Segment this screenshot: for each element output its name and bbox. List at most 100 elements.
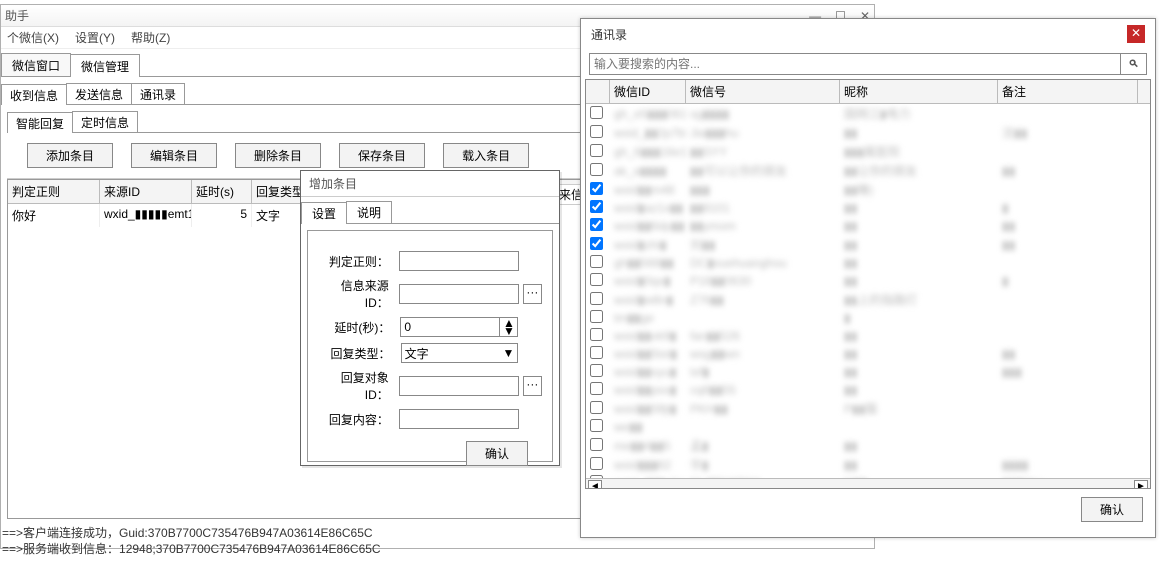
contact-id: wxid▮▮6dp▮▮ bbox=[610, 218, 686, 234]
contact-checkbox[interactable] bbox=[590, 310, 603, 323]
menu-help[interactable]: 帮助(Z) bbox=[131, 29, 170, 46]
select-reply-type[interactable]: 文字 ▼ bbox=[401, 343, 519, 363]
contact-row[interactable]: wxid▮▮6dp▮▮▮▮ymom▮▮▮▮ bbox=[586, 217, 1150, 235]
contact-row[interactable]: wxid_▮▮2p7blJia▮▮▮hu▮▮沈▮▮ bbox=[586, 123, 1150, 142]
save-entry-button[interactable]: 保存条目 bbox=[339, 143, 425, 168]
browse-target-button[interactable]: ··· bbox=[523, 376, 542, 396]
contact-num: ▮▮8101 bbox=[686, 200, 840, 216]
contact-row[interactable]: we▮▮ bbox=[586, 418, 1150, 436]
dlg-tab-settings[interactable]: 设置 bbox=[301, 202, 347, 224]
contact-checkbox[interactable] bbox=[590, 346, 603, 359]
col-note[interactable]: 备注 bbox=[998, 80, 1138, 103]
contact-checkbox[interactable] bbox=[590, 144, 603, 157]
contact-checkbox[interactable] bbox=[590, 182, 603, 195]
contact-row[interactable]: wxid▮▮5txt▮wsg▮▮wn▮▮▮▮ bbox=[586, 345, 1150, 363]
tab-smart-reply[interactable]: 智能回复 bbox=[7, 112, 73, 133]
delete-entry-button[interactable]: 删除条目 bbox=[235, 143, 321, 168]
contact-row[interactable]: wxid▮▮xyu▮txf▮▮▮▮▮▮ bbox=[586, 363, 1150, 381]
contact-checkbox[interactable] bbox=[590, 163, 603, 176]
dialog-confirm-button[interactable]: 确认 bbox=[466, 441, 528, 466]
contact-num: ▮▮▮ bbox=[686, 182, 840, 198]
contact-row[interactable]: wxid▮▮vk9▮fan▮▮526▮▮ bbox=[586, 327, 1150, 345]
contact-note: ▮▮▮▮ bbox=[998, 457, 1138, 473]
input-content[interactable] bbox=[399, 409, 519, 429]
log-line: ==>客户端连接成功，Guid:370B7700C735476B947A0361… bbox=[2, 525, 381, 541]
contact-checkbox[interactable] bbox=[590, 200, 603, 213]
contact-row[interactable]: wxid▮w8n▮Z76▮▮▮▮上的指路灯 bbox=[586, 290, 1150, 309]
contact-checkbox[interactable] bbox=[590, 475, 603, 478]
tab-manage[interactable]: 微信管理 bbox=[70, 54, 140, 77]
lbl-delay: 延时(秒)： bbox=[318, 319, 396, 336]
contact-checkbox[interactable] bbox=[590, 401, 603, 414]
contact-row[interactable]: gh_6▮▮▮16e1▮▮SYY▮▮▮属医院 bbox=[586, 142, 1150, 161]
col-wxid[interactable]: 微信ID bbox=[610, 80, 686, 103]
tab-timed[interactable]: 定时信息 bbox=[72, 111, 138, 132]
contact-checkbox[interactable] bbox=[590, 218, 603, 231]
contact-row[interactable]: ak_a▮▮▮▮▮▮可以让你的朋友▮▮让你的朋友▮▮ bbox=[586, 161, 1150, 180]
contact-checkbox[interactable] bbox=[590, 328, 603, 341]
contact-row[interactable]: wxid▮▮m48▮▮▮▮▮睡) bbox=[586, 180, 1150, 199]
scroll-right-icon[interactable]: ► bbox=[1134, 480, 1148, 490]
contact-checkbox[interactable] bbox=[590, 273, 603, 286]
contact-checkbox[interactable] bbox=[590, 125, 603, 138]
search-input[interactable] bbox=[589, 53, 1121, 75]
col-source[interactable]: 来源ID bbox=[100, 180, 192, 203]
main-title: 助手 bbox=[5, 7, 29, 24]
menu-wechat[interactable]: 个微信(X) bbox=[7, 29, 59, 46]
contact-row[interactable]: wxid▮0qx▮P18▮▮0630▮▮▮ bbox=[586, 272, 1150, 290]
contact-note bbox=[998, 426, 1138, 428]
contact-row[interactable]: wxid▮▮5fljt▮PKH▮▮P▮▮猫 bbox=[586, 399, 1150, 418]
col-delay[interactable]: 延时(s) bbox=[192, 180, 252, 203]
contact-row[interactable]: gh_e5▮▮▮0613sg▮▮▮▮国网江▮电力 bbox=[586, 104, 1150, 123]
contact-nick: ▮▮ bbox=[840, 273, 998, 289]
contact-checkbox[interactable] bbox=[590, 237, 603, 250]
tab-window[interactable]: 微信窗口 bbox=[1, 53, 71, 76]
contact-num: P18▮▮0630 bbox=[686, 273, 840, 289]
col-regex[interactable]: 判定正则 bbox=[8, 180, 100, 203]
contact-row[interactable]: tm▮▮ge▮ bbox=[586, 309, 1150, 327]
delay-spinner[interactable]: ▲▼ bbox=[500, 317, 518, 337]
lbl-target: 回复对象ID： bbox=[318, 369, 395, 403]
contact-note bbox=[998, 408, 1138, 410]
contact-row[interactable]: me▮▮4▮▮5孟▮▮▮ bbox=[586, 436, 1150, 455]
add-entry-button[interactable]: 添加条目 bbox=[27, 143, 113, 168]
load-entry-button[interactable]: 载入条目 bbox=[443, 143, 529, 168]
menu-settings[interactable]: 设置(Y) bbox=[75, 29, 115, 46]
col-wxnum[interactable]: 微信号 bbox=[686, 80, 840, 103]
contact-row[interactable]: wxid_▮▮▮n1qMa▮▮040504M▮▮▮▮▮May bbox=[586, 474, 1150, 478]
contact-note bbox=[998, 262, 1138, 264]
contact-checkbox[interactable] bbox=[590, 292, 603, 305]
contact-checkbox[interactable] bbox=[590, 106, 603, 119]
contact-row[interactable]: wxid▮▮pss▮cq8▮▮55▮▮ bbox=[586, 381, 1150, 399]
tab-contacts[interactable]: 通讯录 bbox=[131, 83, 185, 104]
input-regex[interactable] bbox=[399, 251, 519, 271]
contact-checkbox[interactable] bbox=[590, 419, 603, 432]
search-button[interactable] bbox=[1121, 53, 1147, 75]
dlg-tab-help[interactable]: 说明 bbox=[346, 201, 392, 223]
contact-checkbox[interactable] bbox=[590, 255, 603, 268]
scroll-left-icon[interactable]: ◄ bbox=[588, 480, 602, 490]
contact-row[interactable]: gh▮▮568▮▮DC▮xuehuanghou▮▮ bbox=[586, 254, 1150, 272]
contact-checkbox[interactable] bbox=[590, 364, 603, 377]
input-source-id[interactable] bbox=[399, 284, 519, 304]
col-nick[interactable]: 昵称 bbox=[840, 80, 998, 103]
contact-num: DC▮xuehuanghou bbox=[686, 255, 840, 271]
contact-row[interactable]: wxid▮zhi▮刘▮▮▮▮▮▮ bbox=[586, 235, 1150, 254]
input-delay[interactable] bbox=[400, 317, 500, 337]
contact-nick: ▮▮ bbox=[840, 328, 998, 344]
input-target-id[interactable] bbox=[399, 376, 519, 396]
contact-row[interactable]: wxid▮▮▮62华▮▮▮▮▮▮▮ bbox=[586, 455, 1150, 474]
lbl-regex: 判定正则： bbox=[318, 253, 395, 270]
contact-checkbox[interactable] bbox=[590, 438, 603, 451]
contacts-hscroll[interactable]: ◄ ► bbox=[586, 478, 1150, 489]
contacts-confirm-button[interactable]: 确认 bbox=[1081, 497, 1143, 522]
tab-received[interactable]: 收到信息 bbox=[1, 84, 67, 105]
tab-sent[interactable]: 发送信息 bbox=[66, 83, 132, 104]
browse-source-button[interactable]: ··· bbox=[523, 284, 542, 304]
contact-row[interactable]: wxid▮az1x▮▮▮▮8101▮▮▮ bbox=[586, 199, 1150, 217]
contact-checkbox[interactable] bbox=[590, 382, 603, 395]
contacts-close-button[interactable]: ✕ bbox=[1127, 25, 1145, 43]
edit-entry-button[interactable]: 编辑条目 bbox=[131, 143, 217, 168]
contact-checkbox[interactable] bbox=[590, 457, 603, 470]
contact-num: ▮▮SYY bbox=[686, 144, 840, 160]
